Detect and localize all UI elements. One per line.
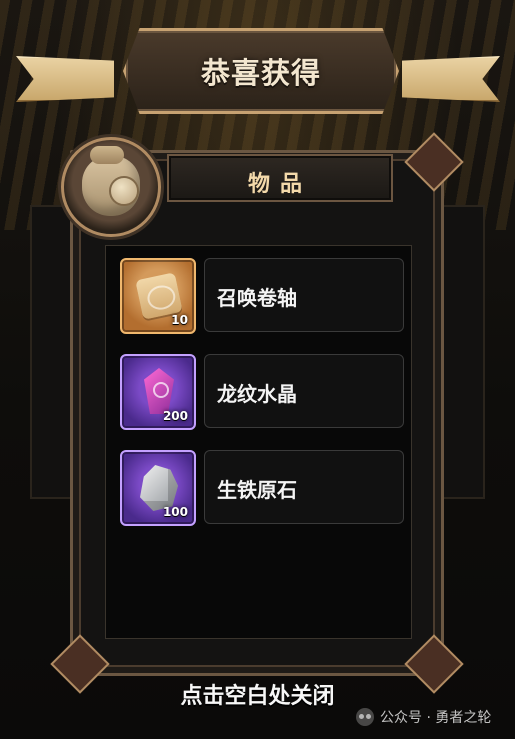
watermark-text: 公众号 · 勇者之轮	[380, 710, 492, 726]
reward-title: 恭喜获得	[200, 56, 321, 90]
item-quantity: 100	[162, 505, 188, 519]
item-name-box: 生铁原石	[204, 450, 404, 524]
dragon-crystal-icon[interactable]: 200	[120, 354, 196, 430]
coin-icon	[109, 176, 139, 206]
item-name: 龙纹水晶	[217, 382, 297, 406]
item-name-box: 召唤卷轴	[204, 258, 404, 332]
item-name: 召唤卷轴	[217, 286, 297, 310]
banner-ribbon-right	[402, 56, 500, 102]
wechat-icon	[356, 708, 374, 726]
loot-bag-knot	[90, 146, 124, 164]
item-name-box: 龙纹水晶	[204, 354, 404, 428]
reward-banner: 恭喜获得	[8, 8, 508, 118]
summon-scroll-icon[interactable]: 10	[120, 258, 196, 334]
item-name: 生铁原石	[217, 478, 297, 502]
item-quantity: 10	[171, 313, 188, 327]
banner-ribbon-left	[16, 56, 114, 102]
loot-bag-medallion	[61, 137, 161, 237]
category-label: 物品	[247, 172, 312, 197]
watermark: 公众号 · 勇者之轮	[356, 706, 506, 730]
iron-ore-icon[interactable]: 100	[120, 450, 196, 526]
reward-item-row[interactable]: 100 生铁原石	[120, 447, 404, 526]
reward-item-row[interactable]: 200 龙纹水晶	[120, 351, 404, 430]
crystal-icon	[144, 368, 174, 414]
reward-item-row[interactable]: 10 召唤卷轴	[120, 255, 404, 334]
item-quantity: 200	[162, 409, 188, 423]
banner-plate: 恭喜获得	[123, 28, 399, 114]
category-tab-items: 物品	[167, 154, 393, 202]
